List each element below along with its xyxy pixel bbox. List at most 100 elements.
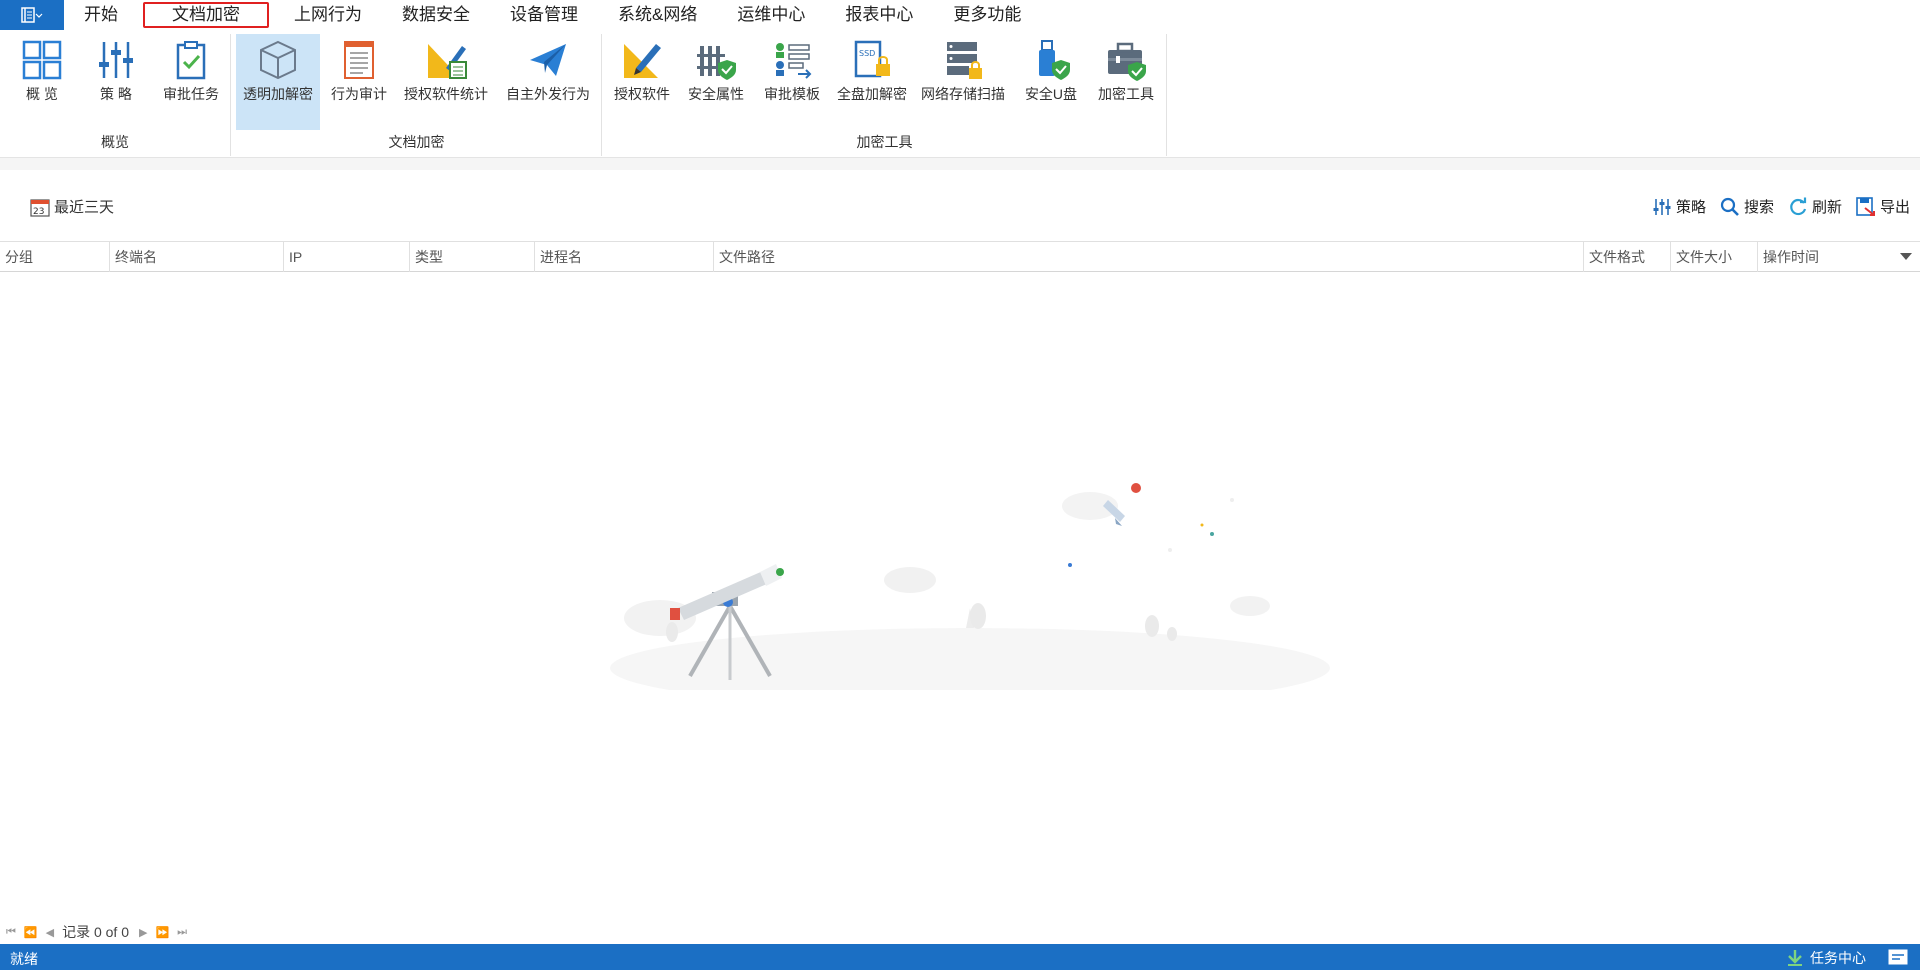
network-storage-scan-button[interactable]: 网络存储扫描 [917,34,1009,130]
prev-page-icon[interactable]: ◀ [46,926,54,939]
app-menu-button[interactable] [0,0,64,30]
sort-desc-icon [1900,253,1912,260]
next-page-icon[interactable]: ▶ [139,926,147,939]
toolbar: 23 最近三天 策略 搜索 刷新 导出 [0,190,1920,222]
approval-template-label: 审批模板 [764,86,820,102]
sliders-icon [1653,198,1671,215]
toolbar-refresh-button[interactable]: 刷新 [1788,196,1842,217]
transparent-encryption-button[interactable]: 透明加解密 [236,34,320,130]
authorized-software-stats-label: 授权软件统计 [404,86,488,102]
menu-web-behavior[interactable]: 上网行为 [274,0,382,30]
task-center-label: 任务中心 [1810,950,1866,966]
network-storage-scan-label: 网络存储扫描 [921,86,1005,102]
export-icon [1856,196,1875,216]
behavior-audit-button[interactable]: 行为审计 [324,34,394,130]
grid-icon [22,40,62,80]
toolbar-refresh-label: 刷新 [1811,199,1842,216]
search-icon [1720,197,1739,216]
full-disk-encryption-button[interactable]: SSD 全盘加解密 [833,34,911,130]
empty-state-illustration [610,483,1330,690]
menu-report-center[interactable]: 报表中心 [825,0,933,30]
ribbon-divider-strip [0,158,1920,170]
approval-template-button[interactable]: 审批模板 [759,34,825,130]
encryption-tool-button[interactable]: 加密工具 [1091,34,1161,130]
menu-ops-center[interactable]: 运维中心 [717,0,825,30]
self-outgoing-label: 自主外发行为 [506,86,590,102]
table-header: 分组 终端名 IP 类型 进程名 文件路径 文件格式 文件大小 操作时间 [0,241,1920,272]
status-bar: 就绪 任务中心 [0,944,1920,970]
security-attribute-button[interactable]: 安全属性 [683,34,749,130]
approval-task-label: 审批任务 [163,86,219,102]
column-header-operation-time[interactable]: 操作时间 [1758,242,1920,272]
column-header-type[interactable]: 类型 [410,242,535,272]
column-header-file-size[interactable]: 文件大小 [1671,242,1758,272]
ssd-lock-icon: SSD [854,40,890,78]
prev-block-icon[interactable]: ⏪ [24,926,38,939]
column-header-terminal[interactable]: 终端名 [110,242,284,272]
overview-button[interactable]: 概 览 [12,34,72,130]
self-outgoing-button[interactable]: 自主外发行为 [500,34,596,130]
menu-system-network[interactable]: 系统&网络 [598,0,717,30]
ribbon: 概 览 策 略 审批任务 概览 透明加解密 行为审计 授权软件统计 自主外发行为 [0,30,1920,158]
menu-device-management[interactable]: 设备管理 [490,0,598,30]
transparent-encryption-label: 透明加解密 [243,86,313,102]
toolbar-policy-label: 策略 [1675,199,1706,216]
date-filter-button[interactable]: 23 最近三天 [30,196,114,217]
policy-label: 策 略 [100,86,132,102]
behavior-audit-label: 行为审计 [331,86,387,102]
group-label-doc-encryption: 文档加密 [388,134,445,150]
pager: ⏮ ⏪ ◀ 记录 0 of 0 ▶ ⏩ ⏭ [6,922,195,942]
menu-start[interactable]: 开始 [64,0,138,30]
first-page-icon[interactable]: ⏮ [6,926,16,939]
security-attribute-label: 安全属性 [688,86,744,102]
group-label-encryption-tools: 加密工具 [856,134,913,150]
toolbar-actions: 策略 搜索 刷新 导出 [1638,196,1910,217]
secure-usb-button[interactable]: 安全U盘 [1019,34,1083,130]
policy-button[interactable]: 策 略 [86,34,146,130]
full-disk-encryption-label: 全盘加解密 [837,86,907,102]
toolbox-shield-icon [1108,42,1146,81]
task-center-button[interactable]: 任务中心 [1786,948,1866,968]
approval-task-button[interactable]: 审批任务 [156,34,226,130]
usb-shield-icon [1039,40,1070,80]
server-lock-icon [947,42,982,79]
download-arrow-icon [1788,950,1802,966]
column-header-process[interactable]: 进程名 [535,242,714,272]
status-text: 就绪 [10,951,38,967]
column-header-group[interactable]: 分组 [0,242,110,272]
toolbar-export-label: 导出 [1879,199,1910,216]
group-label-overview: 概览 [101,134,129,150]
toolbar-policy-button[interactable]: 策略 [1652,196,1706,217]
last-page-icon[interactable]: ⏭ [177,926,187,939]
document-list-icon [344,41,374,79]
authorized-software-stats-button[interactable]: 授权软件统计 [400,34,492,130]
authorized-software-button[interactable]: 授权软件 [609,34,675,130]
ruler-pencil-icon [624,44,661,78]
user-list-icon [776,43,812,79]
paper-plane-icon [530,44,566,76]
menu-data-security[interactable]: 数据安全 [382,0,490,30]
overview-label: 概 览 [26,86,58,102]
column-header-operation-time-label: 操作时间 [1763,249,1819,265]
toolbar-search-button[interactable]: 搜索 [1720,196,1774,217]
cube-icon [260,40,296,80]
menu-more-functions[interactable]: 更多功能 [933,0,1041,30]
next-block-icon[interactable]: ⏩ [155,926,169,939]
sliders-icon [99,42,133,78]
column-header-file-path[interactable]: 文件路径 [714,242,1584,272]
date-filter-label: 最近三天 [54,199,115,216]
authorized-software-label: 授权软件 [614,86,670,102]
refresh-icon [1790,197,1807,215]
toolbar-export-button[interactable]: 导出 [1856,196,1910,217]
toolbar-search-label: 搜索 [1743,199,1774,216]
encryption-tool-label: 加密工具 [1098,86,1154,102]
app-menu-icon [21,7,43,23]
svg-text:SSD: SSD [859,49,875,58]
secure-usb-label: 安全U盘 [1024,86,1078,102]
message-icon[interactable] [1888,949,1908,968]
menu-doc-encryption[interactable]: 文档加密 [142,1,270,29]
record-count: 记录 0 of 0 [62,924,129,940]
column-header-file-format[interactable]: 文件格式 [1584,242,1671,272]
menu-bar: 开始 文档加密 上网行为 数据安全 设备管理 系统&网络 运维中心 报表中心 更… [0,0,1920,30]
column-header-ip[interactable]: IP [284,242,410,272]
